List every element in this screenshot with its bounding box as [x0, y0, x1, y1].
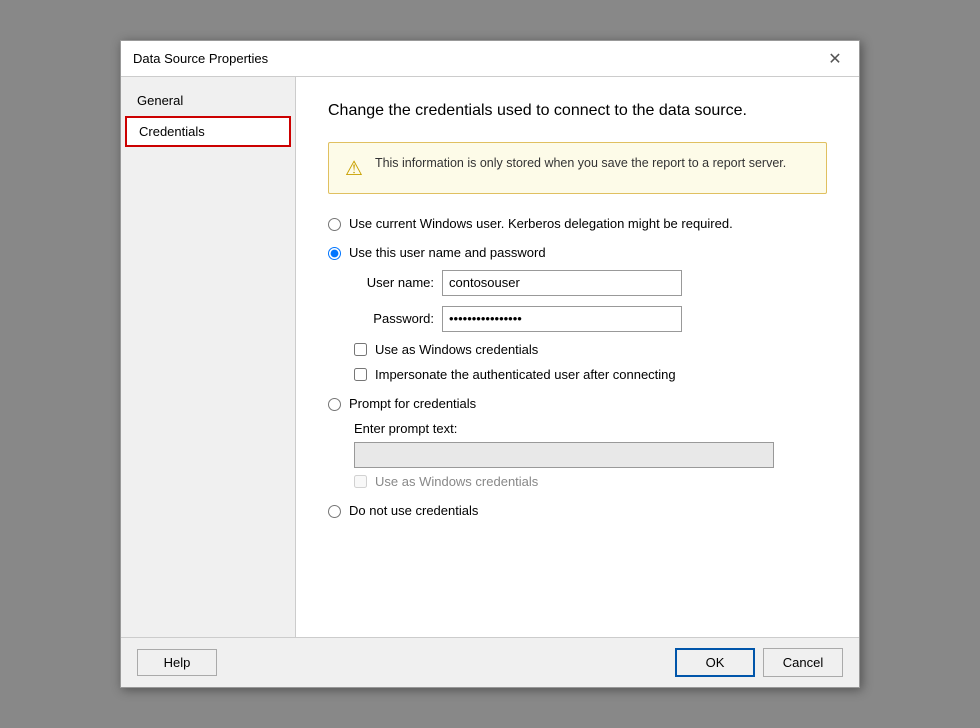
radio-no-creds[interactable]: [328, 505, 341, 518]
title-bar: Data Source Properties ✕: [121, 41, 859, 77]
prompt-windows-creds-label: Use as Windows credentials: [375, 474, 538, 489]
radio-user-pass-label: Use this user name and password: [349, 245, 546, 260]
radio-option-no-creds: Do not use credentials: [328, 503, 827, 518]
password-row: Password:: [354, 306, 827, 332]
footer-right-buttons: OK Cancel: [675, 648, 843, 677]
username-input[interactable]: [442, 270, 682, 296]
impersonate-row: Impersonate the authenticated user after…: [354, 367, 827, 382]
radio-option-user-pass-wrapper: Use this user name and password User nam…: [328, 245, 827, 382]
radio-user-pass[interactable]: [328, 247, 341, 260]
prompt-windows-creds-row: Use as Windows credentials: [354, 474, 827, 489]
radio-group: Use current Windows user. Kerberos deleg…: [328, 216, 827, 518]
prompt-windows-creds-checkbox[interactable]: [354, 475, 367, 488]
dialog-window: Data Source Properties ✕ General Credent…: [120, 40, 860, 688]
sidebar: General Credentials: [121, 77, 296, 637]
impersonate-checkbox[interactable]: [354, 368, 367, 381]
dialog-title: Data Source Properties: [133, 51, 268, 66]
prompt-text-input[interactable]: [354, 442, 774, 468]
sidebar-item-general[interactable]: General: [121, 85, 295, 116]
use-windows-creds-label: Use as Windows credentials: [375, 342, 538, 357]
password-label: Password:: [354, 311, 434, 326]
radio-option-prompt: Prompt for credentials: [328, 396, 827, 411]
sidebar-item-credentials[interactable]: Credentials: [125, 116, 291, 147]
radio-windows-user-label: Use current Windows user. Kerberos deleg…: [349, 216, 733, 231]
radio-option-user-pass: Use this user name and password: [328, 245, 827, 260]
dialog-body: General Credentials Change the credentia…: [121, 77, 859, 637]
password-input[interactable]: [442, 306, 682, 332]
radio-windows-user[interactable]: [328, 218, 341, 231]
warning-icon: ⚠: [345, 156, 363, 181]
radio-option-windows-user: Use current Windows user. Kerberos deleg…: [328, 216, 827, 231]
prompt-section: Enter prompt text: Use as Windows creden…: [354, 421, 827, 489]
help-button[interactable]: Help: [137, 649, 217, 676]
radio-prompt[interactable]: [328, 398, 341, 411]
username-label: User name:: [354, 275, 434, 290]
prompt-text-label: Enter prompt text:: [354, 421, 827, 436]
user-pass-fields: User name: Password: Use as Windows cred…: [354, 270, 827, 382]
warning-text: This information is only stored when you…: [375, 155, 786, 173]
radio-prompt-label: Prompt for credentials: [349, 396, 476, 411]
cancel-button[interactable]: Cancel: [763, 648, 843, 677]
dialog-footer: Help OK Cancel: [121, 637, 859, 687]
radio-no-creds-label: Do not use credentials: [349, 503, 478, 518]
radio-option-prompt-wrapper: Prompt for credentials Enter prompt text…: [328, 396, 827, 489]
page-title: Change the credentials used to connect t…: [328, 101, 827, 122]
content-area: Change the credentials used to connect t…: [296, 77, 859, 637]
use-windows-creds-checkbox[interactable]: [354, 343, 367, 356]
ok-button[interactable]: OK: [675, 648, 755, 677]
warning-box: ⚠ This information is only stored when y…: [328, 142, 827, 194]
impersonate-label: Impersonate the authenticated user after…: [375, 367, 676, 382]
username-row: User name:: [354, 270, 827, 296]
close-button[interactable]: ✕: [823, 47, 847, 71]
use-windows-creds-row: Use as Windows credentials: [354, 342, 827, 357]
